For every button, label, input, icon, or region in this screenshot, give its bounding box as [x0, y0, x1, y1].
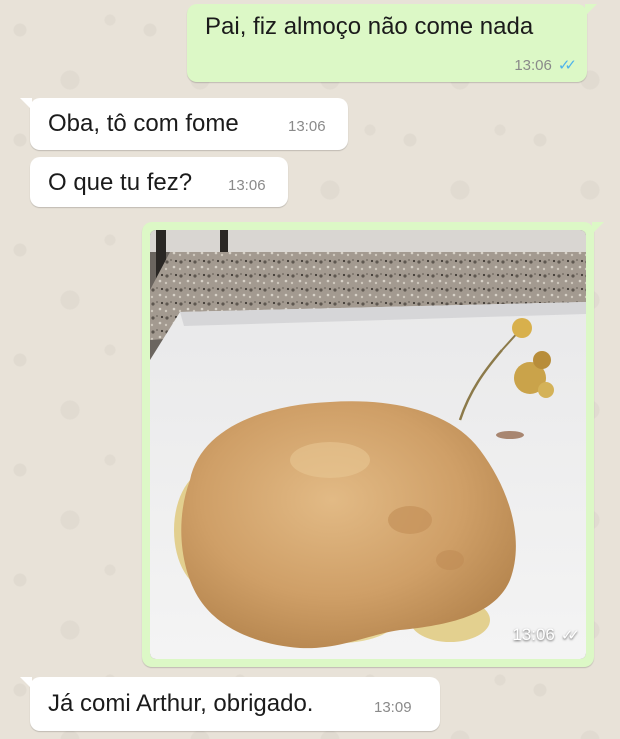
message-incoming-3[interactable]: Já comi Arthur, obrigado. 13:09	[20, 677, 440, 731]
message-outgoing-photo[interactable]: 13:06 ✓✓	[142, 222, 604, 667]
read-receipt-icon: ✓✓	[560, 627, 580, 644]
message-text: Oba, tô com fome	[48, 110, 239, 137]
message-meta: 13:06 ✓✓	[514, 56, 577, 75]
photo-attachment[interactable]: 13:06 ✓✓	[150, 230, 586, 659]
food-photo	[150, 230, 586, 659]
message-incoming-1[interactable]: Oba, tô com fome 13:06	[20, 98, 348, 150]
message-time: 13:09	[374, 699, 412, 716]
message-meta: 13:06	[228, 177, 266, 194]
message-meta: 13:06	[288, 118, 326, 135]
message-time: 13:06	[512, 625, 555, 644]
photo-meta: 13:06 ✓✓	[512, 625, 580, 645]
message-outgoing-1[interactable]: Pai, fiz almoço não come nada 13:06 ✓✓	[187, 4, 597, 82]
message-text: Já comi Arthur, obrigado.	[48, 690, 314, 717]
message-time: 13:06	[288, 118, 326, 135]
message-time: 13:06	[228, 177, 266, 194]
message-time: 13:06	[514, 56, 552, 74]
message-text: O que tu fez?	[48, 169, 193, 196]
chat-area: Pai, fiz almoço não come nada 13:06 ✓✓ O…	[0, 0, 620, 739]
message-incoming-2[interactable]: O que tu fez? 13:06	[30, 157, 288, 207]
message-meta: 13:09	[374, 699, 412, 716]
read-receipt-icon: ✓✓	[557, 57, 577, 74]
message-text: Pai, fiz almoço não come nada	[205, 13, 534, 40]
